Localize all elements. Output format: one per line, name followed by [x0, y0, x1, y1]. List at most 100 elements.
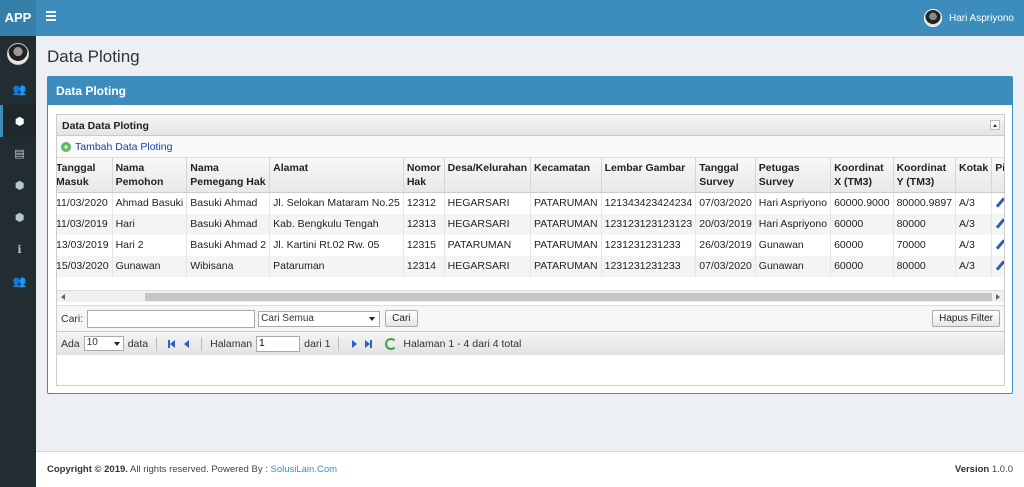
- pager-prefix: Ada: [61, 337, 80, 350]
- table-cell: Basuki Ahmad 2: [186, 234, 271, 256]
- table-cell: 15/03/2020: [57, 255, 113, 277]
- cube-icon: ⬢: [14, 211, 25, 224]
- sidebar-item-6[interactable]: 👥: [0, 265, 36, 297]
- page-of-label: dari 1: [304, 337, 331, 350]
- table-row[interactable]: 11/03/2020 Ahmad Basuki Basuki Ahmad Jl. Se…: [57, 192, 1004, 214]
- edit-icon[interactable]: [995, 219, 1004, 229]
- cube-icon: ⬢: [14, 179, 25, 192]
- column-header[interactable]: Tanggal Masuk: [57, 158, 113, 193]
- scrollbar-thumb[interactable]: [145, 293, 992, 301]
- clear-filter-button[interactable]: Hapus Filter: [932, 310, 1000, 327]
- page-number-input[interactable]: [256, 335, 301, 352]
- sidebar-item-1[interactable]: ⬢: [0, 105, 36, 137]
- horizontal-scrollbar[interactable]: [57, 290, 1004, 302]
- sidebar-item-3[interactable]: ⬢: [0, 169, 36, 201]
- column-header[interactable]: Nama Pemohon: [112, 158, 188, 193]
- table-cell: A/3: [955, 234, 993, 256]
- table-cell: 07/03/2020: [695, 192, 756, 214]
- edit-icon[interactable]: [995, 198, 1004, 208]
- pdf-icon: ▤: [14, 147, 25, 160]
- data-box: Data Ploting Data Data Ploting + Tambah …: [47, 76, 1013, 394]
- collapse-icon[interactable]: [990, 120, 1000, 130]
- cube-icon: ⬢: [14, 115, 25, 128]
- table-cell: 80000.9897: [893, 192, 957, 214]
- data-table: Tanggal Masuk Nama Pemohon Nama Pemegang H…: [57, 158, 1004, 277]
- table-cell: Gunawan: [755, 255, 832, 277]
- pager-separator: [201, 336, 203, 351]
- table-viewport: Tanggal Masuk Nama Pemohon Nama Pemegang H…: [57, 158, 1004, 285]
- sidebar-item-0[interactable]: 👥: [0, 73, 36, 105]
- sidebar-item-2[interactable]: ▤: [0, 137, 36, 169]
- user-menu[interactable]: Hari Aspriyono: [923, 9, 1014, 27]
- column-header[interactable]: Tanggal Survey: [695, 158, 756, 193]
- search-bar: Cari: Cari Semua Cari Hapus Filter: [57, 305, 1004, 331]
- column-header[interactable]: Nomor Hak: [403, 158, 445, 193]
- table-cell: PATARUMAN: [530, 192, 602, 214]
- search-field-select[interactable]: Cari Semua: [258, 310, 381, 327]
- page-size-select[interactable]: 10: [83, 336, 124, 351]
- rights-text: All rights reserved. Powered By :: [127, 464, 271, 475]
- box-title: Data Ploting: [48, 77, 1012, 105]
- table-cell: 60000: [830, 255, 894, 277]
- table-cell: 1231231231233: [601, 255, 697, 277]
- last-page-icon[interactable]: [363, 339, 373, 349]
- add-data-button[interactable]: Tambah Data Ploting: [75, 141, 172, 153]
- scroll-right-icon[interactable]: [996, 294, 1000, 300]
- table-cell: PATARUMAN: [530, 255, 602, 277]
- table-cell: 1231231231233: [601, 234, 697, 256]
- first-page-icon[interactable]: [167, 339, 177, 349]
- column-header[interactable]: Petugas Survey: [755, 158, 832, 193]
- powered-by-link[interactable]: SolusiLain.Com: [270, 464, 337, 475]
- prev-page-icon[interactable]: [181, 339, 191, 349]
- table-cell: 11/03/2020: [57, 192, 113, 214]
- add-icon[interactable]: +: [61, 141, 71, 152]
- grid-toolbar: + Tambah Data Ploting: [57, 136, 1004, 158]
- table-cell: 60000: [830, 234, 894, 256]
- page-title: Data Ploting: [47, 47, 140, 66]
- column-header[interactable]: Lembar Gambar: [601, 158, 697, 193]
- column-header[interactable]: Koordinat X (TM3): [830, 158, 894, 193]
- scroll-left-icon[interactable]: [61, 294, 65, 300]
- pager-separator: [156, 336, 158, 351]
- edit-icon[interactable]: [995, 261, 1004, 271]
- copyright-text: Copyright © 2019.: [47, 464, 128, 475]
- table-row[interactable]: 13/03/2019 Hari 2 Basuki Ahmad 2 Jl. Kartin…: [57, 234, 1004, 256]
- table-cell: Hari 2: [112, 234, 188, 256]
- table-row[interactable]: 11/03/2019 Hari Basuki Ahmad Kab. Bengkulu …: [57, 213, 1004, 235]
- table-cell: Jl. Kartini Rt.02 Rw. 05: [269, 234, 404, 256]
- search-button[interactable]: Cari: [385, 310, 418, 327]
- column-header[interactable]: Kecamatan: [530, 158, 602, 193]
- column-header[interactable]: Pilihan: [991, 158, 1004, 193]
- column-header[interactable]: Kotak: [955, 158, 993, 193]
- users-icon: 👥: [12, 275, 27, 288]
- pager-separator: [338, 336, 340, 351]
- refresh-icon[interactable]: [385, 337, 398, 350]
- table-cell: 12314: [403, 255, 445, 277]
- grid-caption: Data Data Ploting: [57, 115, 1004, 136]
- table-cell: A/3: [955, 255, 993, 277]
- table-row[interactable]: 15/03/2020 Gunawan Wibisana Pataruman 12314 H…: [57, 255, 1004, 277]
- footer: Copyright © 2019. All rights reserved. P…: [36, 451, 1024, 487]
- table-cell: Gunawan: [755, 234, 832, 256]
- content-wrapper: Data Ploting Data Ploting Data Data Plot…: [36, 36, 1024, 451]
- edit-icon[interactable]: [995, 240, 1004, 250]
- menu-toggle-icon[interactable]: [46, 11, 56, 25]
- app-logo[interactable]: APP: [0, 0, 36, 36]
- column-header[interactable]: Koordinat Y (TM3): [893, 158, 957, 193]
- column-header[interactable]: Alamat: [269, 158, 404, 193]
- table-cell: 123123123123123: [601, 213, 697, 235]
- column-header[interactable]: Nama Pemegang Hak: [186, 158, 271, 193]
- table-cell: 70000: [893, 234, 957, 256]
- pager: Ada 10 data Halaman dari 1 Halaman 1 - 4…: [57, 331, 1004, 355]
- column-header[interactable]: Desa/Kelurahan: [444, 158, 532, 193]
- table-cell: 12315: [403, 234, 445, 256]
- table-cell: 11/03/2019: [57, 213, 113, 235]
- search-input[interactable]: [87, 309, 256, 328]
- sidebar-item-5[interactable]: ℹ: [0, 233, 36, 265]
- table-cell: Hari Aspriyono: [755, 192, 832, 214]
- table-cell: PATARUMAN: [530, 234, 602, 256]
- next-page-icon[interactable]: [349, 339, 359, 349]
- table-cell: PATARUMAN: [530, 213, 602, 235]
- sidebar-item-4[interactable]: ⬢: [0, 201, 36, 233]
- info-icon: ℹ: [17, 243, 22, 256]
